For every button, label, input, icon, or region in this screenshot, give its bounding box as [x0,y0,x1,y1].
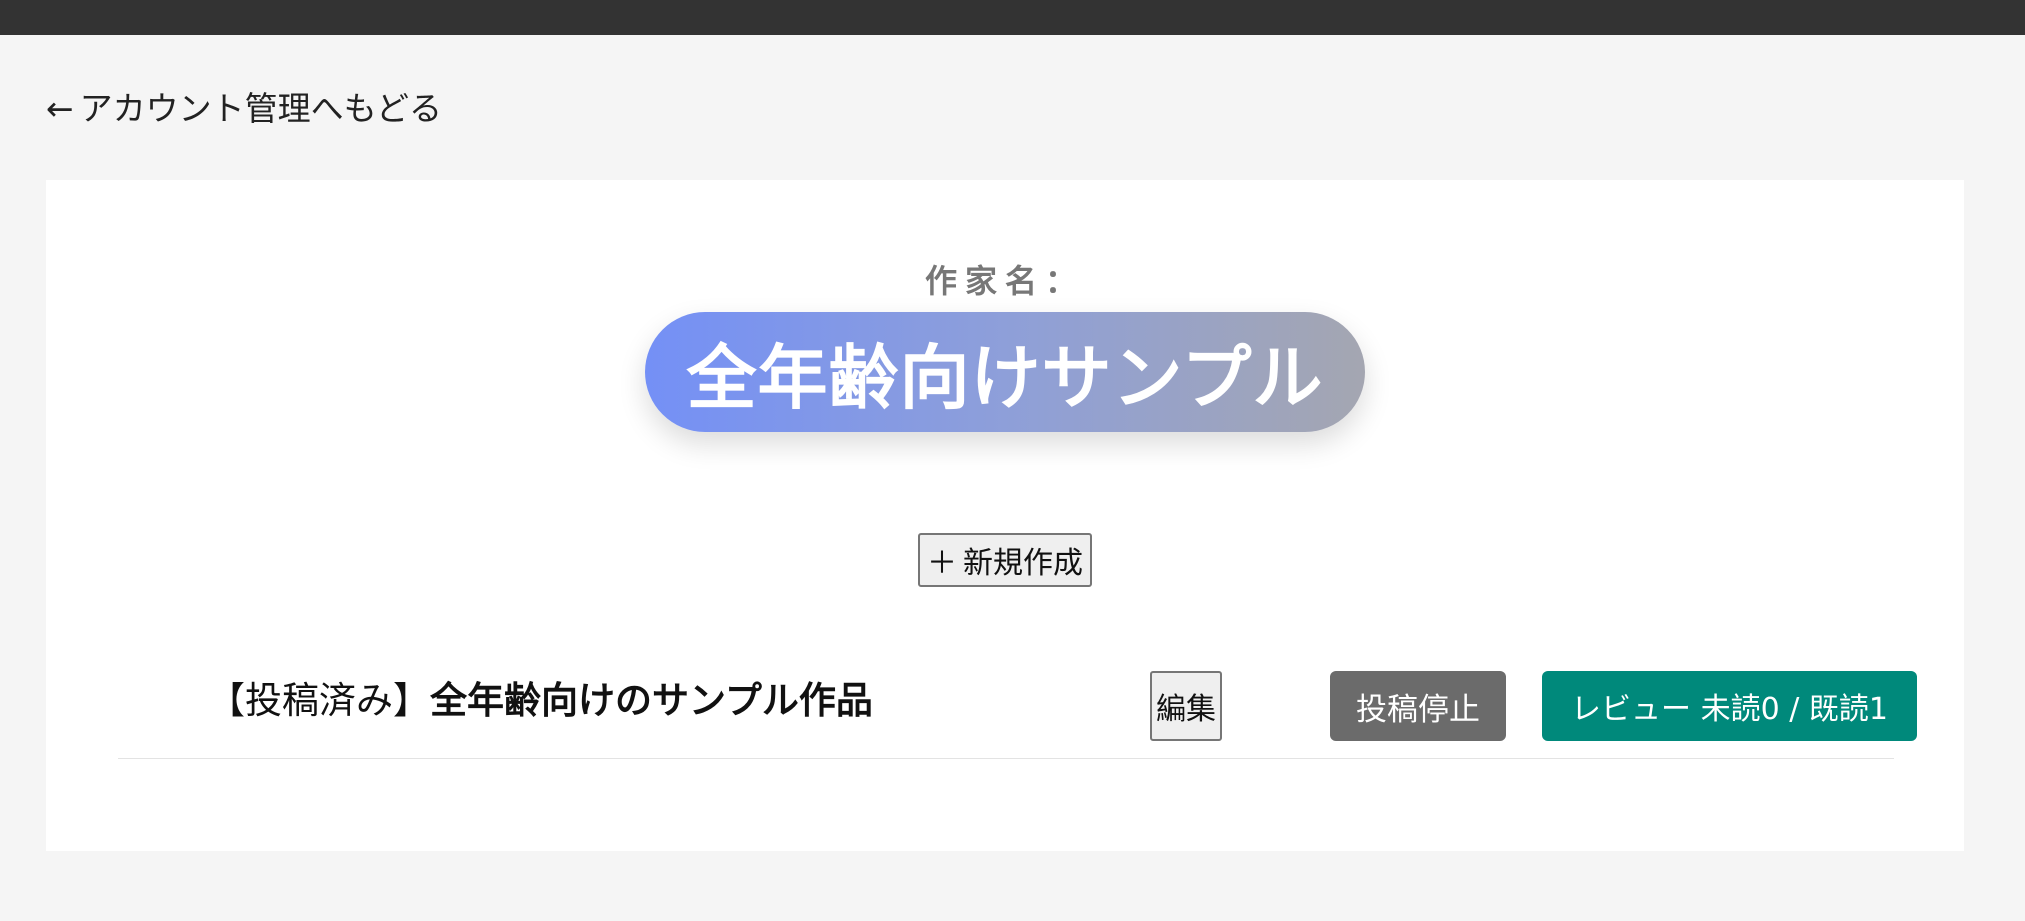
author-name-badge: 全年齢向けサンプル [645,312,1365,432]
work-list-item: 【投稿済み】全年齢向けのサンプル作品 編集 投稿停止 レビュー 未読0 / 既読… [118,646,1917,759]
new-work-button[interactable]: ＋新規作成 [918,533,1092,587]
plus-icon: ＋ [927,546,957,581]
work-title: 全年齢向けのサンプル作品 [430,679,873,722]
arrow-left-icon: ← [46,89,74,128]
back-link-label: アカウント管理へもどる [79,89,442,128]
work-status: 【投稿済み】 [208,679,430,722]
edit-button[interactable]: 編集 [1150,671,1222,741]
new-work-button-label: 新規作成 [963,546,1083,581]
work-title-line: 【投稿済み】全年齢向けのサンプル作品 [208,666,873,736]
back-to-account-link[interactable]: ← アカウント管理へもどる [46,86,442,132]
author-works-card: 作家名： 全年齢向けサンプル ＋新規作成 【投稿済み】全年齢向けのサンプル作品 … [46,180,1964,851]
stop-posting-button[interactable]: 投稿停止 [1330,671,1506,741]
review-button[interactable]: レビュー 未読0 / 既読1 [1542,671,1917,741]
top-bar [0,0,2025,35]
author-name: 全年齢向けサンプル [686,336,1324,419]
author-label: 作家名： [924,262,1085,300]
